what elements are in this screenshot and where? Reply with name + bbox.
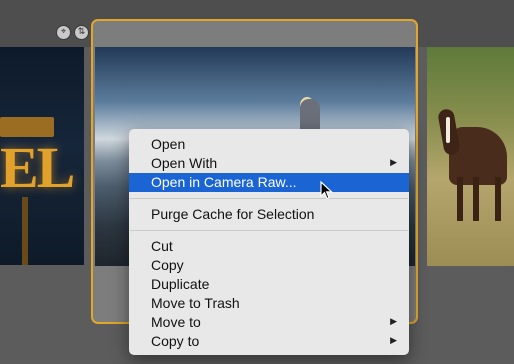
menu-item-label: Copy to [151,333,200,349]
sign-image [0,117,54,137]
context-menu: Open Open With ▶ Open in Camera Raw... Pu… [129,129,409,355]
menu-item-duplicate[interactable]: Duplicate [129,275,409,294]
menu-item-open[interactable]: Open [129,135,409,154]
menu-item-cut[interactable]: Cut [129,237,409,256]
submenu-arrow-icon: ▶ [390,158,397,168]
menu-item-label: Open With [151,155,218,171]
horse-leg [457,177,463,221]
menu-separator [130,230,408,231]
menu-item-label: Move to Trash [151,295,240,311]
menu-item-label: Duplicate [151,276,210,292]
menu-item-open-with[interactable]: Open With ▶ [129,154,409,173]
sign-pole [22,197,28,265]
menu-item-label: Open in Camera Raw... [151,174,297,190]
horse-leg [495,177,501,221]
thumbnail-left[interactable]: EL [0,47,84,265]
menu-item-label: Cut [151,238,173,254]
mouse-cursor-icon [320,181,334,200]
sign-image-text: EL [0,135,75,200]
horse-blaze [446,117,450,143]
thumbnail-right-horse[interactable] [427,47,514,266]
menu-item-label: Purge Cache for Selection [151,206,315,222]
menu-item-copy[interactable]: Copy [129,256,409,275]
person-figure [300,99,320,133]
menu-item-purge-cache[interactable]: Purge Cache for Selection [129,205,409,224]
menu-separator [130,198,408,199]
menu-item-move-to[interactable]: Move to ▶ [129,313,409,332]
menu-item-label: Move to [151,314,201,330]
submenu-arrow-icon: ▶ [390,336,397,346]
sort-icon[interactable]: ⇅ [74,25,89,40]
menu-item-move-to-trash[interactable]: Move to Trash [129,294,409,313]
crop-icon[interactable]: ⌖ [56,25,71,40]
menu-item-label: Copy [151,257,184,273]
submenu-arrow-icon: ▶ [390,317,397,327]
menu-item-label: Open [151,136,186,152]
topbar-icons: ⌖ ⇅ [56,25,89,40]
horse-leg [473,177,479,221]
menu-item-open-in-camera-raw[interactable]: Open in Camera Raw... [129,173,409,192]
menu-item-copy-to[interactable]: Copy to ▶ [129,332,409,351]
